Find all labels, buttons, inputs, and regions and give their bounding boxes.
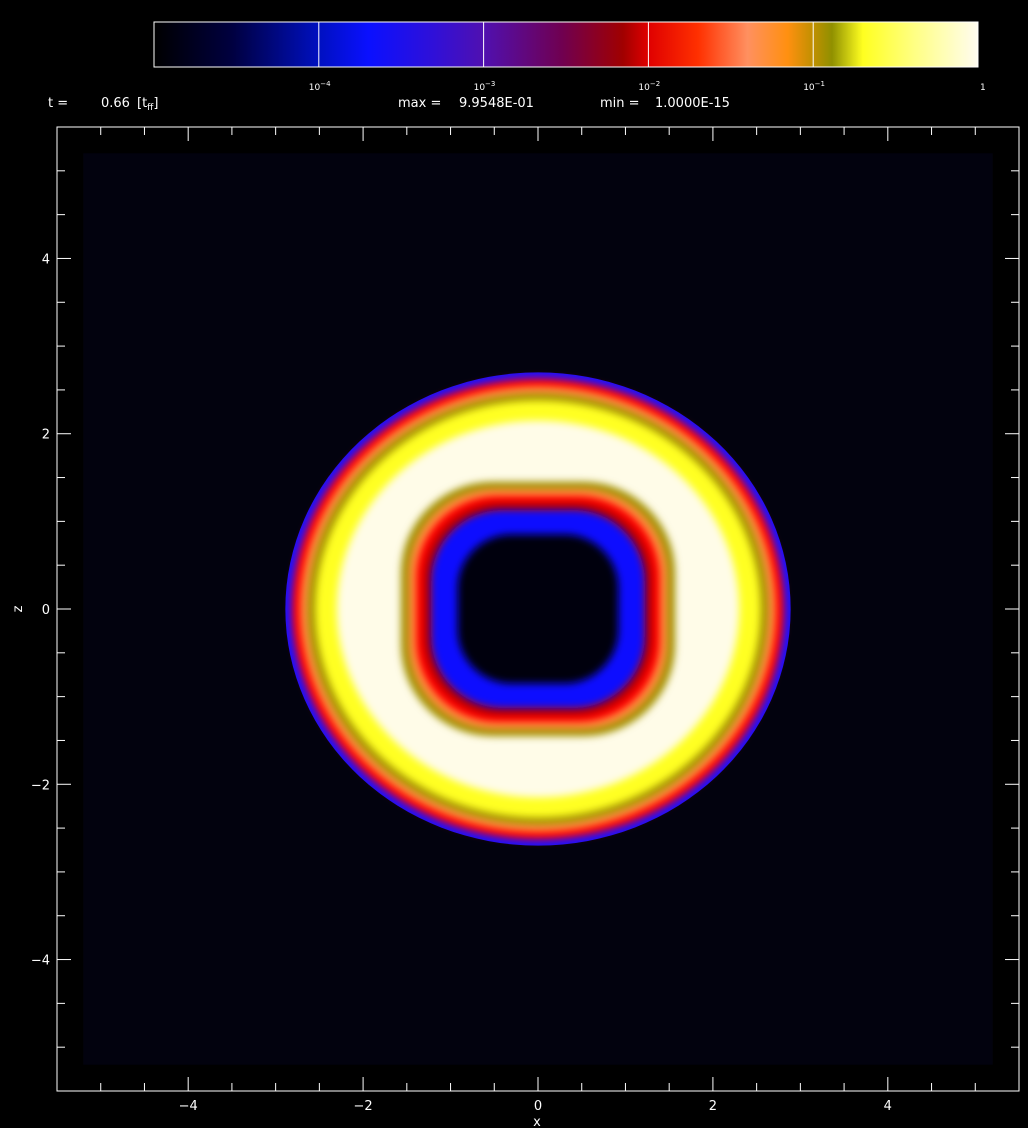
x-tick-label: 2: [709, 1099, 717, 1114]
colorbar-gradient: [153, 21, 979, 68]
colorbar-tick-exponent: −2: [650, 80, 660, 88]
colorbar-tick-label: 10−3: [474, 80, 496, 93]
density-ring: [285, 372, 791, 846]
colorbar-tick-base: 10: [803, 83, 815, 93]
density-plot-figure: 10−4 10−3 10−2 10−1 1 t = 0.66 [tff] max = 9…: [11, 21, 1020, 1128]
y-tick-label: 4: [42, 252, 50, 267]
header-info: t = 0.66 [tff] max = 9.9548E-01 min = 1.…: [48, 96, 730, 113]
x-tick-label: −2: [354, 1099, 373, 1114]
y-tick-label: 0: [42, 603, 50, 618]
x-tick-labels: −4 −2 0 2 4: [179, 1099, 892, 1114]
ring-band: [457, 534, 619, 684]
max-value: 9.9548E-01: [459, 96, 534, 111]
colorbar-tick-label: 1: [980, 83, 986, 93]
colorbar-tick-label: 10−4: [309, 80, 331, 93]
colorbar-tick-base: 10: [309, 83, 321, 93]
time-unit-main: [t: [137, 96, 147, 111]
time-value: 0.66: [101, 96, 130, 111]
colorbar-tick-labels: 10−4 10−3 10−2 10−1 1: [309, 80, 986, 93]
min-label: min =: [600, 96, 640, 111]
time-unit-close: ]: [153, 96, 158, 111]
x-axis-label: x: [533, 1115, 541, 1128]
y-tick-labels: 4 2 0 −2 −4: [31, 252, 50, 968]
colorbar-tick-exponent: −1: [815, 80, 825, 88]
colorbar-tick-base: 10: [474, 83, 486, 93]
x-tick-label: −4: [179, 1099, 198, 1114]
colorbar-tick-exponent: −3: [485, 80, 495, 88]
y-tick-label: 2: [42, 428, 50, 443]
colorbar-tick-base: 10: [638, 83, 650, 93]
y-axis-label: z: [11, 605, 26, 612]
time-unit: [tff]: [137, 96, 158, 113]
y-tick-label: −4: [31, 954, 50, 969]
max-label: max =: [398, 96, 441, 111]
plot-area: −4 −2 0 2 4 4 2 0 −2 −4 x z: [11, 126, 1020, 1128]
min-value: 1.0000E-15: [655, 96, 730, 111]
colorbar-tick-exponent: −4: [320, 80, 331, 88]
time-label: t =: [48, 96, 68, 111]
x-tick-label: 4: [884, 1099, 892, 1114]
x-tick-label: 0: [534, 1099, 542, 1114]
y-tick-label: −2: [31, 778, 50, 793]
colorbar: 10−4 10−3 10−2 10−1 1: [153, 21, 986, 93]
colorbar-tick-label: 10−1: [803, 80, 825, 93]
colorbar-tick-label: 10−2: [638, 80, 660, 93]
